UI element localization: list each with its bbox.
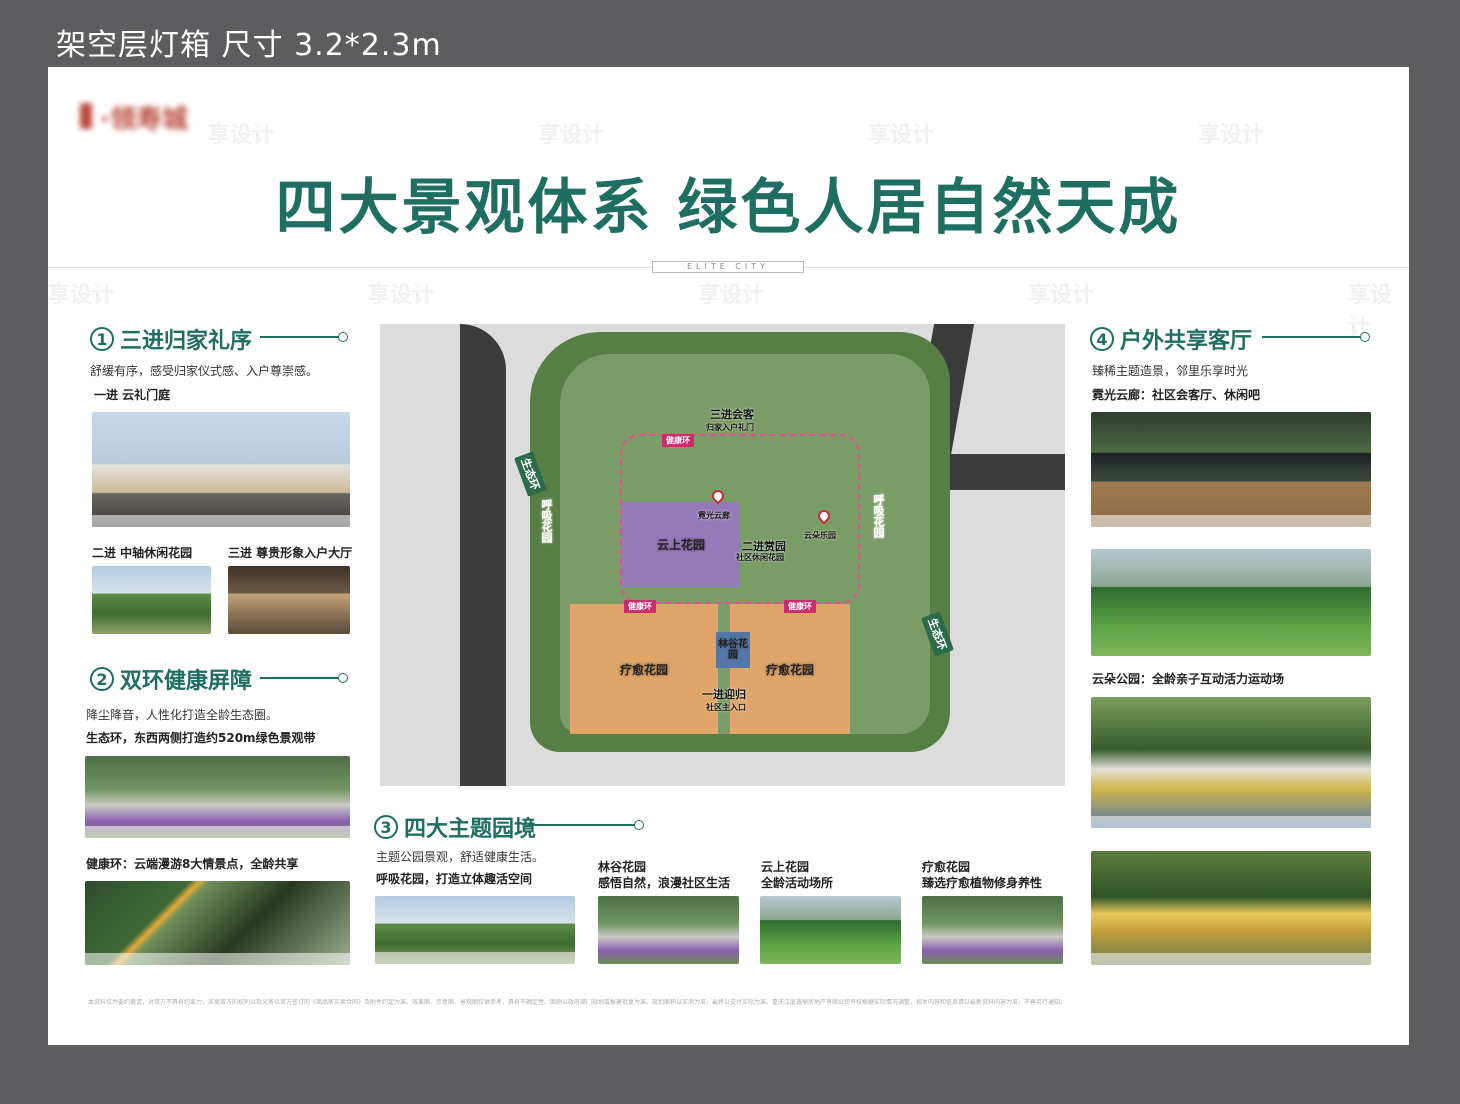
section-3-desc: 主题公园景观，舒适健康生活。 xyxy=(376,850,545,864)
map-cloud-garden: 云上花园 xyxy=(656,538,705,552)
section-4-title: 4 户外共享客厅 xyxy=(1090,323,1252,355)
photo-lobby xyxy=(228,566,350,634)
photo-axis-garden xyxy=(92,566,211,634)
section-4-sub2: 云朵公园：全龄亲子互动活力运动场 xyxy=(1092,672,1285,686)
section-2-desc: 降尘降音，人性化打造全龄生态圈。 xyxy=(86,708,279,722)
headline: 四大景观体系 绿色人居自然天成 xyxy=(275,173,1182,243)
card-cloud-title: 云上花园 xyxy=(761,860,810,874)
section-2-sub1: 生态环，东西两侧打造约520m绿色景观带 xyxy=(86,731,316,745)
card-forest-title: 林谷花园 xyxy=(598,860,647,874)
photo-slide xyxy=(1091,851,1371,965)
section-4-sub1: 霓光云廊：社区会客厅、休闲吧 xyxy=(1092,388,1261,402)
photo-lawn xyxy=(1091,549,1371,656)
section-1-sub2: 二进 中轴休闲花园 xyxy=(92,546,193,560)
section-1-sub3: 三进 尊贵形象入户大厅 xyxy=(228,546,353,560)
brand-logo: ·领寿城 xyxy=(78,93,218,139)
section-4-desc: 臻稀主题造景，邻里乐享时光 xyxy=(1092,364,1249,378)
card-heal-title: 疗愈花园 xyxy=(922,860,971,874)
section-1-sub1: 一进 云礼门庭 xyxy=(94,388,171,402)
photo-eco-path xyxy=(85,756,350,838)
photo-forest-garden xyxy=(598,896,739,964)
photo-health-ring xyxy=(85,881,350,965)
photo-cloud-garden xyxy=(760,896,901,964)
section-1-title: 1 三进归家礼序 xyxy=(90,323,252,355)
section-2-title: 2 双环健康屏障 xyxy=(90,663,252,695)
board-size-caption: 架空层灯箱 尺寸 3.2*2.3m xyxy=(56,28,442,63)
site-plan-map: 云上花园 疗愈花园 疗愈花园 林谷花园 生态环 生态环 呼吸花园 呼吸花园 三进… xyxy=(380,324,1065,786)
section-1-desc: 舒缓有序，感受归家仪式感、入户尊崇感。 xyxy=(90,364,319,378)
section-3-sub1: 呼吸花园，打造立体趣活空间 xyxy=(376,872,533,886)
photo-heal-garden xyxy=(922,896,1063,964)
photo-entrance-gate xyxy=(92,412,350,527)
section-3-title: 3 四大主题园境 xyxy=(374,811,536,843)
brand-tag: ELITE CITY xyxy=(652,261,804,273)
photo-playground xyxy=(1091,697,1371,828)
lightbox-board: ·领寿城 享设计 享设计 享设计 享设计 享设计 享设计 享设计 享设计 享设计… xyxy=(48,67,1409,1045)
photo-breath-garden xyxy=(375,896,575,964)
photo-pavilion xyxy=(1091,412,1371,527)
legal-footnote: 本资料仅为要约邀请，对双方不具有约束力，买卖双方的权利以及义务以双方签订的《商品… xyxy=(88,999,1067,1006)
section-2-sub2: 健康环：云端漫游8大情景点，全龄共享 xyxy=(86,857,299,871)
